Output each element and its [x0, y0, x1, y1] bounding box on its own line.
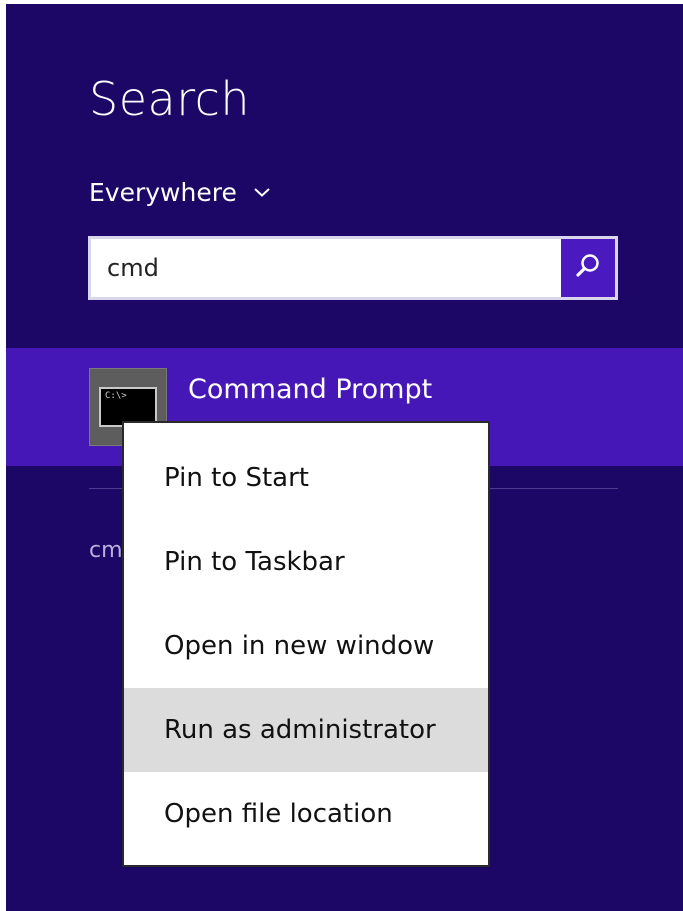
search-box: [88, 236, 618, 300]
context-menu: Pin to Start Pin to Taskbar Open in new …: [122, 421, 490, 867]
search-scope-dropdown[interactable]: Everywhere: [89, 174, 273, 210]
menu-item-pin-to-taskbar[interactable]: Pin to Taskbar: [124, 520, 488, 604]
page-title: Search: [89, 72, 251, 126]
command-prompt-glyph: C:\>: [105, 391, 127, 401]
search-input[interactable]: [91, 239, 557, 297]
menu-item-pin-to-start[interactable]: Pin to Start: [124, 436, 488, 520]
search-suggestion[interactable]: cm: [89, 538, 123, 563]
search-scope-label: Everywhere: [89, 177, 237, 207]
menu-item-open-file-location[interactable]: Open file location: [124, 772, 488, 856]
chevron-down-icon: [251, 181, 273, 203]
menu-item-run-as-administrator[interactable]: Run as administrator: [124, 688, 488, 772]
search-icon: [574, 252, 602, 284]
search-result-title: Command Prompt: [188, 374, 433, 405]
search-charm-panel: Search Everywhere C:\> Command Prompt: [6, 4, 683, 911]
menu-item-open-in-new-window[interactable]: Open in new window: [124, 604, 488, 688]
search-button[interactable]: [561, 239, 615, 297]
